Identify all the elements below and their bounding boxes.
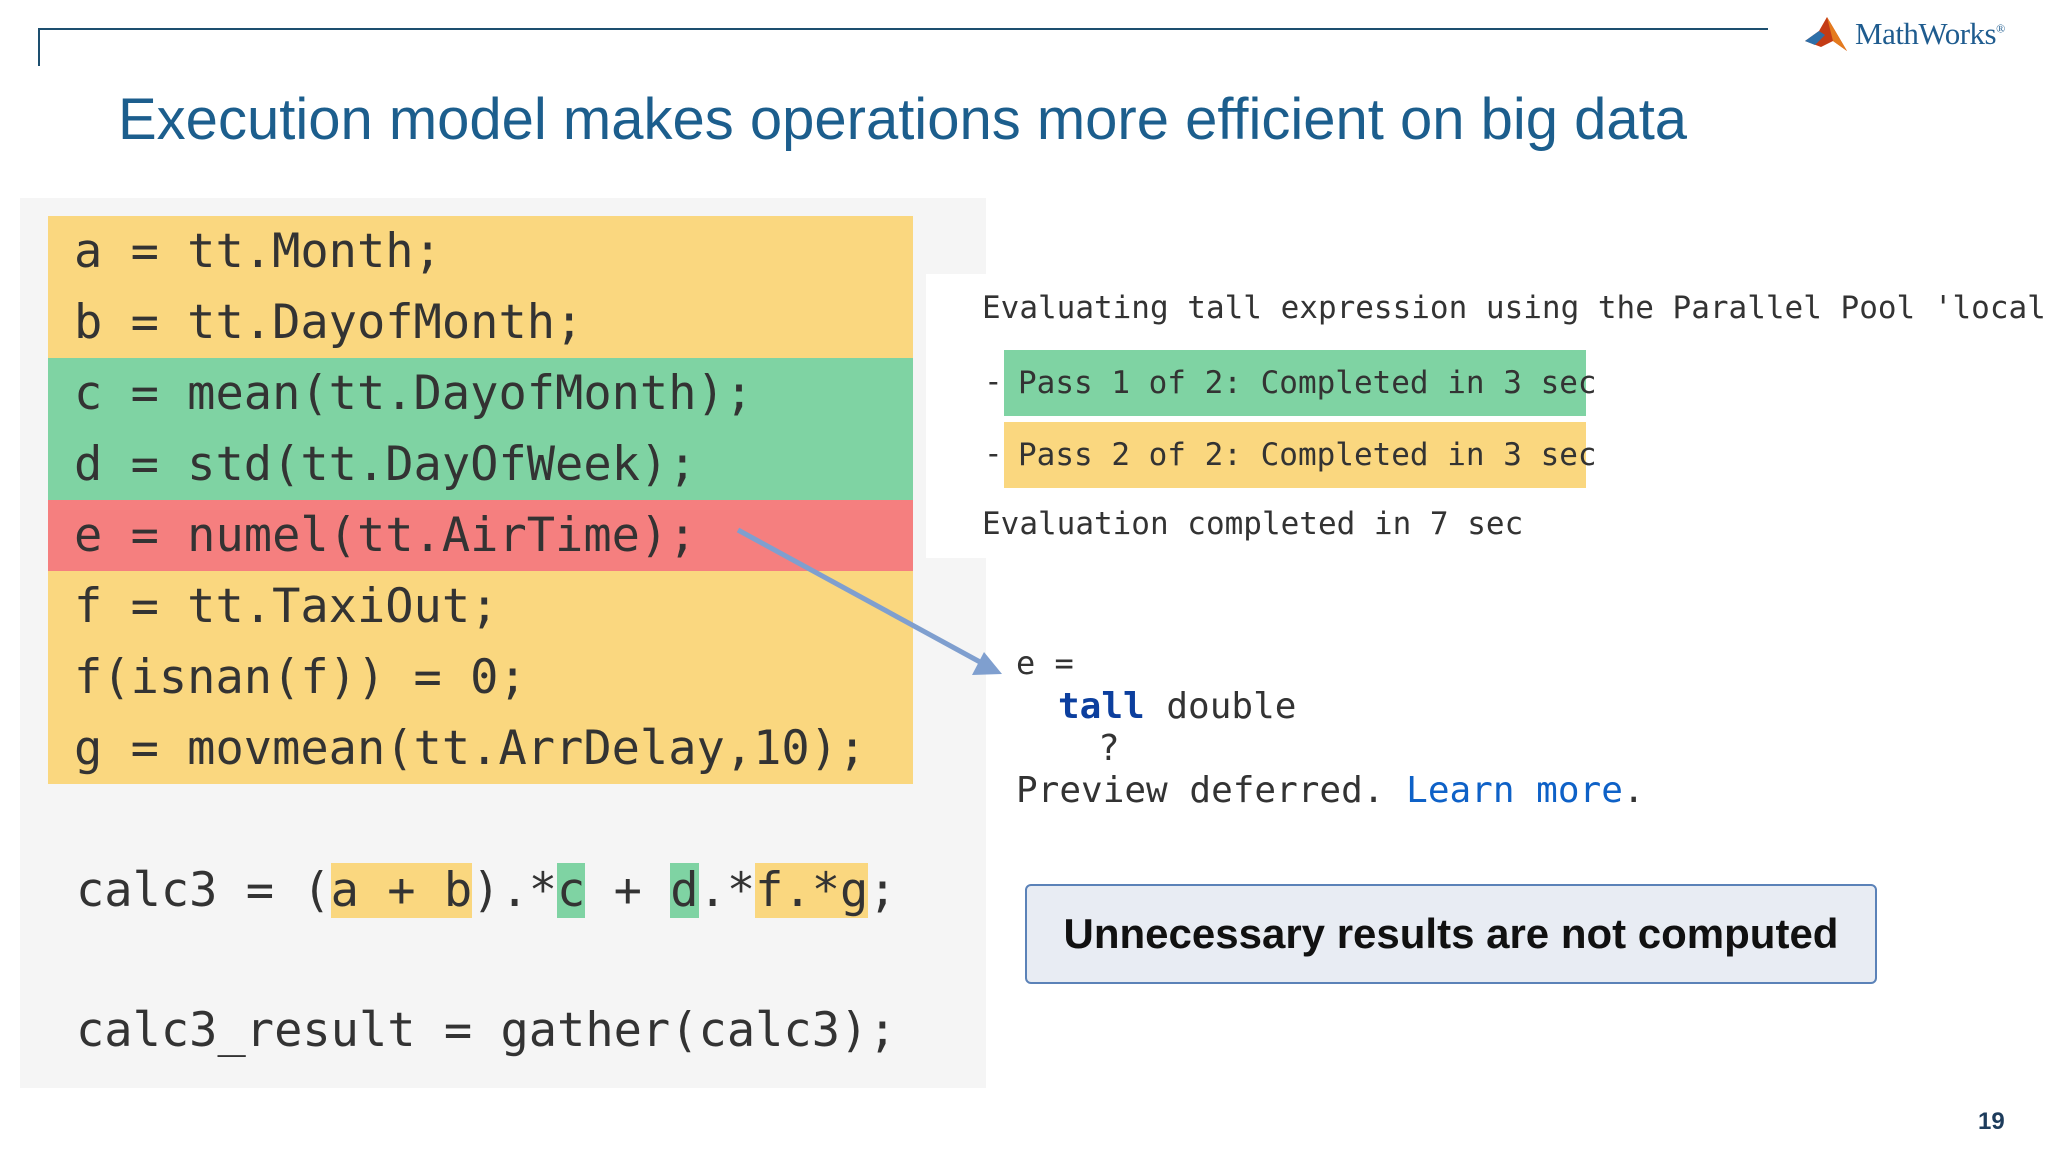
calc3-token-a-plus-b: a + b [330, 863, 473, 918]
calc3-suffix: ; [868, 863, 897, 918]
preview-text: Preview deferred. [1016, 770, 1407, 811]
logo-wordmark: MathWorks® [1855, 16, 2005, 51]
evaluation-header: Evaluating tall expression using the Par… [982, 290, 2048, 326]
code-line-f-isnan: f(isnan(f)) = 0; [48, 642, 913, 713]
output-type: double [1144, 686, 1297, 727]
preview-deferred-line: Preview deferred. Learn more. [1016, 770, 1645, 811]
output-var-line: e = [1016, 644, 1074, 682]
code-line-b: b = tt.DayofMonth; [48, 287, 913, 358]
pass1-bullet: - [984, 364, 1003, 400]
header-rule [38, 28, 1768, 30]
mathworks-logo: MathWorks® [1803, 10, 2023, 58]
callout-box: Unnecessary results are not computed [1025, 884, 1877, 984]
learn-more-link[interactable]: Learn more [1406, 770, 1623, 811]
calc3-op1: ).* [472, 863, 558, 918]
calc3-token-f-g: f.*g [755, 863, 869, 918]
code-line-f: f = tt.TaxiOut; [48, 571, 913, 642]
evaluation-footer: Evaluation completed in 7 sec [982, 506, 1524, 542]
calc3-token-c: c [557, 863, 586, 918]
calc3-op3: .* [698, 863, 756, 918]
code-line-a: a = tt.Month; [48, 216, 913, 287]
code-block: a = tt.Month; b = tt.DayofMonth; c = mea… [48, 216, 913, 784]
header-rule-tick [38, 28, 40, 66]
output-type-line: tall double [1058, 686, 1296, 727]
slide-title: Execution model makes operations more ef… [118, 87, 1688, 152]
calc3-op2: + [585, 863, 671, 918]
preview-period: . [1622, 770, 1645, 811]
membrane-logo-icon [1805, 17, 1847, 51]
pass2-bullet: - [984, 436, 1003, 472]
code-line-c: c = mean(tt.DayofMonth); [48, 358, 913, 429]
code-line-e: e = numel(tt.AirTime); [48, 500, 913, 571]
code-line-g: g = movmean(tt.ArrDelay,10); [48, 713, 913, 784]
output-unknown-value: ? [1098, 728, 1120, 769]
calc3-result-line: calc3_result = gather(calc3); [76, 1003, 897, 1058]
pass2-status: Pass 2 of 2: Completed in 3 sec [1004, 422, 1597, 488]
calc3-token-d: d [670, 863, 699, 918]
tall-keyword: tall [1058, 686, 1145, 727]
page-number: 19 [1978, 1108, 2005, 1135]
code-line-d: d = std(tt.DayOfWeek); [48, 429, 913, 500]
pass1-status: Pass 1 of 2: Completed in 3 sec [1004, 350, 1597, 416]
calc3-prefix: calc3 = ( [76, 863, 331, 918]
calc3-line: calc3 = (a + b).*c + d.*f.*g; [76, 856, 897, 926]
callout-text: Unnecessary results are not computed [1063, 910, 1839, 957]
